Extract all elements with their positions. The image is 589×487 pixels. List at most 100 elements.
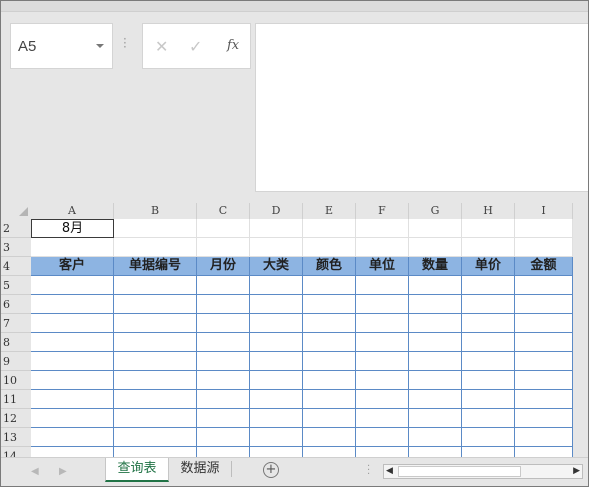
- table-cell[interactable]: [31, 409, 114, 428]
- table-cell[interactable]: [515, 371, 573, 390]
- table-header-cell[interactable]: 颜色: [303, 257, 356, 276]
- table-cell[interactable]: [515, 409, 573, 428]
- table-cell[interactable]: [250, 314, 303, 333]
- cell-h3[interactable]: [462, 238, 515, 257]
- column-header-e[interactable]: E: [303, 203, 356, 219]
- table-cell[interactable]: [409, 371, 462, 390]
- table-header-cell[interactable]: 单价: [462, 257, 515, 276]
- table-cell[interactable]: [409, 314, 462, 333]
- table-cell[interactable]: [31, 352, 114, 371]
- table-cell[interactable]: [197, 409, 250, 428]
- table-cell[interactable]: [303, 295, 356, 314]
- table-cell[interactable]: [197, 314, 250, 333]
- table-cell[interactable]: [114, 409, 197, 428]
- row-header-3[interactable]: 3: [1, 238, 31, 257]
- cell-f3[interactable]: [356, 238, 409, 257]
- table-cell[interactable]: [462, 314, 515, 333]
- plus-circle-icon[interactable]: +: [263, 462, 279, 478]
- table-cell[interactable]: [409, 390, 462, 409]
- table-cell[interactable]: [462, 352, 515, 371]
- table-header-cell[interactable]: 数量: [409, 257, 462, 276]
- table-cell[interactable]: [303, 276, 356, 295]
- table-cell[interactable]: [356, 333, 409, 352]
- cell-e2[interactable]: [303, 219, 356, 238]
- table-cell[interactable]: [114, 371, 197, 390]
- table-cell[interactable]: [356, 428, 409, 447]
- row-header-4[interactable]: 4: [1, 257, 31, 276]
- table-cell[interactable]: [197, 352, 250, 371]
- row-header-5[interactable]: 5: [1, 276, 31, 295]
- column-header-i[interactable]: I: [515, 203, 573, 219]
- table-cell[interactable]: [356, 314, 409, 333]
- table-header-cell[interactable]: 金额: [515, 257, 573, 276]
- row-header-13[interactable]: 13: [1, 428, 31, 447]
- row-header-10[interactable]: 10: [1, 371, 31, 390]
- cell-e3[interactable]: [303, 238, 356, 257]
- table-header-cell[interactable]: 大类: [250, 257, 303, 276]
- table-cell[interactable]: [31, 390, 114, 409]
- cell-h2[interactable]: [462, 219, 515, 238]
- table-cell[interactable]: [197, 333, 250, 352]
- table-cell[interactable]: [409, 352, 462, 371]
- table-header-cell[interactable]: 单位: [356, 257, 409, 276]
- table-cell[interactable]: [250, 371, 303, 390]
- splitter-handle[interactable]: · · ·: [123, 33, 127, 53]
- column-header-d[interactable]: D: [250, 203, 303, 219]
- table-header-cell[interactable]: 单据编号: [114, 257, 197, 276]
- table-cell[interactable]: [31, 333, 114, 352]
- column-header-c[interactable]: C: [197, 203, 250, 219]
- horizontal-scrollbar[interactable]: ◀ ▶: [383, 464, 583, 479]
- table-cell[interactable]: [197, 428, 250, 447]
- insert-function-icon[interactable]: fx: [227, 38, 239, 53]
- table-cell[interactable]: [462, 428, 515, 447]
- cell-c2[interactable]: [197, 219, 250, 238]
- table-cell[interactable]: [31, 276, 114, 295]
- table-cell[interactable]: [303, 409, 356, 428]
- scroll-left-icon[interactable]: ◀: [386, 466, 393, 476]
- table-cell[interactable]: [114, 333, 197, 352]
- cell-c3[interactable]: [197, 238, 250, 257]
- cell-f2[interactable]: [356, 219, 409, 238]
- row-header-8[interactable]: 8: [1, 333, 31, 352]
- table-cell[interactable]: [197, 371, 250, 390]
- table-cell[interactable]: [409, 295, 462, 314]
- row-header-9[interactable]: 9: [1, 352, 31, 371]
- table-cell[interactable]: [462, 390, 515, 409]
- table-cell[interactable]: [515, 352, 573, 371]
- table-cell[interactable]: [515, 428, 573, 447]
- table-cell[interactable]: [114, 352, 197, 371]
- sheet-nav-left-icon[interactable]: ◀: [31, 466, 39, 477]
- name-box[interactable]: A5: [10, 23, 113, 69]
- table-cell[interactable]: [197, 276, 250, 295]
- table-cell[interactable]: [303, 371, 356, 390]
- column-header-g[interactable]: G: [409, 203, 462, 219]
- table-cell[interactable]: [462, 276, 515, 295]
- row-header-6[interactable]: 6: [1, 295, 31, 314]
- table-cell[interactable]: [515, 295, 573, 314]
- table-cell[interactable]: [409, 276, 462, 295]
- table-cell[interactable]: [303, 314, 356, 333]
- table-cell[interactable]: [409, 409, 462, 428]
- formula-input[interactable]: [255, 23, 588, 192]
- table-cell[interactable]: [31, 371, 114, 390]
- table-cell[interactable]: [303, 333, 356, 352]
- table-cell[interactable]: [250, 428, 303, 447]
- table-cell[interactable]: [356, 352, 409, 371]
- table-cell[interactable]: [409, 333, 462, 352]
- cell-i3[interactable]: [515, 238, 573, 257]
- column-header-f[interactable]: F: [356, 203, 409, 219]
- table-cell[interactable]: [303, 428, 356, 447]
- cell-a2[interactable]: 8月: [31, 219, 114, 238]
- cell-g3[interactable]: [409, 238, 462, 257]
- table-cell[interactable]: [462, 295, 515, 314]
- table-cell[interactable]: [515, 333, 573, 352]
- table-cell[interactable]: [250, 276, 303, 295]
- table-cell[interactable]: [31, 428, 114, 447]
- row-header-7[interactable]: 7: [1, 314, 31, 333]
- table-cell[interactable]: [114, 314, 197, 333]
- table-cell[interactable]: [356, 371, 409, 390]
- scroll-right-icon[interactable]: ▶: [573, 466, 580, 476]
- cell-g2[interactable]: [409, 219, 462, 238]
- cell-d2[interactable]: [250, 219, 303, 238]
- table-cell[interactable]: [31, 314, 114, 333]
